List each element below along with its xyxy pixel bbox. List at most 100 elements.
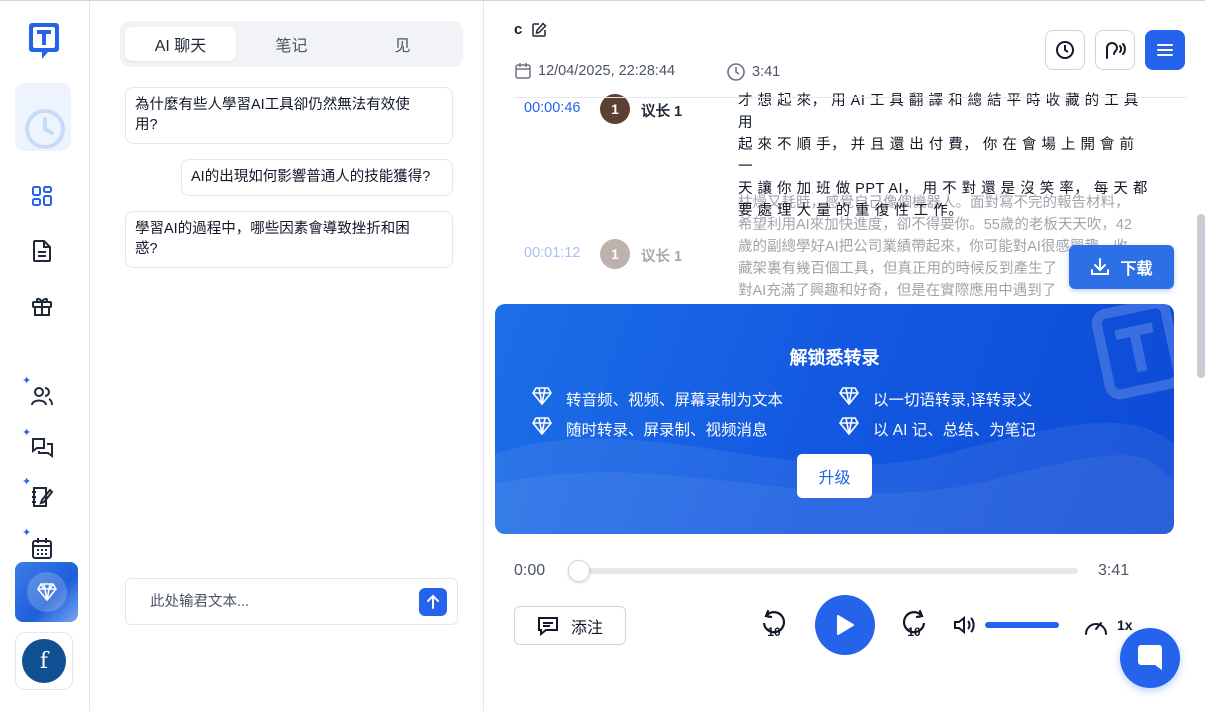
sparkle-icon: ✦ (22, 375, 32, 387)
segment-line: 枯燥又耗時，感覺自己像個機器人。面對寫不完的報告材料， (738, 195, 1130, 211)
clock-icon (1056, 41, 1074, 59)
promo-title: 解锁悉转录 (789, 348, 880, 368)
play-icon (837, 615, 854, 635)
total-time: 3:41 (1098, 562, 1130, 579)
upgrade-promo-card: 解锁悉转录 转音频、视频、屏幕录制为文本 以一切语转录,译转录义 随时转录、屏录… (495, 304, 1174, 534)
download-button[interactable]: 下载 (1069, 245, 1174, 289)
feature-text: 转音频、视频、屏幕录制为文本 (566, 391, 784, 409)
speaker-badge: 1 (600, 94, 630, 124)
support-chat-button[interactable] (1120, 628, 1180, 688)
feature-text: 随时转录、屏录制、视频消息 (566, 421, 768, 439)
edit-icon[interactable] (531, 21, 547, 38)
panel-tabs: AI 聊天 笔记 见 (120, 21, 463, 67)
question-text: 惑? (135, 241, 158, 257)
recording-duration: 3:41 (726, 62, 780, 82)
tab-insights[interactable]: 见 (347, 27, 458, 61)
gift-icon[interactable] (28, 292, 56, 320)
arrow-up-icon (427, 594, 439, 609)
ai-chat-panel: AI 聊天 笔记 见 為什麼有些人學習AI工具卻仍然無法有效使 用? AI的出現… (90, 1, 484, 711)
dashboard-icon[interactable] (28, 182, 56, 210)
document-icon[interactable] (28, 237, 56, 265)
recording-title: c (514, 21, 523, 38)
promo-feature: 以 AI 记、总结、为笔记 (839, 417, 1036, 440)
transcript-area: c 12/04/2025, 22:28:44 3:41 00:00:46 1 议… (484, 1, 1205, 711)
send-button[interactable] (419, 588, 447, 616)
segment-timestamp[interactable]: 00:01:12 (524, 245, 580, 261)
promo-feature: 随时转录、屏录制、视频消息 (532, 417, 768, 440)
question-text: AI的出現如何影響普通人的技能獲得? (191, 169, 431, 185)
chat-icon[interactable]: ✦ (22, 428, 56, 462)
transcript-scrollbar[interactable] (1197, 214, 1205, 378)
suggested-question[interactable]: 為什麼有些人學習AI工具卻仍然無法有效使 用? (125, 87, 453, 144)
speaker-name[interactable]: 议长 1 (641, 100, 682, 121)
avatar: f (22, 639, 66, 683)
diamond-icon (36, 583, 57, 601)
calendar-icon (515, 63, 531, 79)
volume-icon[interactable] (952, 614, 976, 636)
question-text: 為什麼有些人學習AI工具卻仍然無法有效使 (135, 97, 410, 113)
notebook-icon[interactable]: ✦ (22, 477, 56, 511)
segment-line: 起 來 不 順 手， 并 且 還 出 付 費， 你 在 會 場 上 開 會 前 … (738, 137, 1135, 175)
user-avatar-tile[interactable]: f (15, 632, 73, 690)
download-icon (1091, 258, 1110, 275)
speed-gauge-icon[interactable] (1083, 614, 1109, 638)
menu-button[interactable] (1145, 30, 1185, 70)
svg-text:10: 10 (767, 625, 781, 639)
annotate-button[interactable]: 添注 (514, 606, 626, 645)
users-icon[interactable]: ✦ (22, 376, 56, 410)
forward-10-icon: 10 (902, 609, 926, 639)
suggested-question[interactable]: 學習AI的過程中，哪些因素會導致挫折和困 惑? (125, 211, 453, 268)
chat-bubble-icon (1138, 645, 1162, 670)
feature-text: 以一切语转录,译转录义 (873, 391, 1033, 409)
rewind-10-icon: 10 (762, 609, 786, 639)
download-label: 下载 (1120, 261, 1153, 278)
question-text: 學習AI的過程中，哪些因素會導致挫折和困 (135, 221, 410, 237)
speaker-name[interactable]: 议长 1 (641, 245, 682, 266)
tab-ai-chat[interactable]: AI 聊天 (125, 27, 236, 61)
volume-slider[interactable] (985, 622, 1059, 628)
menu-icon (1157, 44, 1173, 56)
calendar-icon[interactable]: ✦ (22, 528, 56, 562)
sparkle-icon: ✦ (22, 476, 32, 488)
diamond-icon (532, 417, 552, 440)
suggested-question[interactable]: AI的出現如何影響普通人的技能獲得? (181, 159, 453, 196)
chat-input[interactable] (136, 587, 406, 617)
sparkle-icon: ✦ (22, 427, 32, 439)
recent-tile[interactable] (15, 83, 71, 151)
left-rail: ✦ ✦ ✦ ✦ f (0, 1, 90, 711)
diamond-icon (839, 387, 859, 410)
date-text: 12/04/2025, 22:28:44 (538, 63, 676, 79)
clock-icon (25, 109, 65, 149)
question-text: 用? (135, 117, 158, 133)
tab-notes[interactable]: 笔记 (236, 27, 347, 61)
seek-handle[interactable] (568, 560, 590, 582)
diamond-icon (839, 417, 859, 440)
recording-title-row: c (514, 21, 547, 38)
annotate-label: 添注 (570, 619, 603, 637)
skip-back-button[interactable]: 10 (759, 609, 789, 639)
feature-text: 以 AI 记、总结、为笔记 (873, 421, 1036, 439)
upgrade-button[interactable]: 升级 (797, 454, 872, 498)
current-time: 0:00 (514, 562, 546, 579)
voice-icon (1106, 42, 1126, 59)
skip-forward-button[interactable]: 10 (899, 609, 929, 639)
promo-feature: 转音频、视频、屏幕录制为文本 (532, 387, 783, 410)
header-divider-overlay (514, 97, 1186, 98)
duration-text: 3:41 (752, 64, 781, 80)
promo-feature: 以一切语转录,译转录义 (839, 387, 1032, 410)
app-logo[interactable] (28, 21, 60, 59)
seek-bar[interactable] (574, 568, 1078, 574)
speaker-button[interactable] (1095, 30, 1135, 70)
speaker-badge: 1 (600, 239, 630, 269)
app-window: ✦ ✦ ✦ ✦ f AI 聊天 笔记 见 為什麼有些人學習AI工具卻仍然無法有效… (0, 0, 1205, 711)
clock-icon (727, 63, 745, 81)
play-button[interactable] (815, 595, 875, 655)
upgrade-tile[interactable] (15, 562, 78, 622)
segment-timestamp[interactable]: 00:00:46 (524, 100, 580, 116)
svg-text:10: 10 (907, 625, 921, 639)
segment-line: 希望利用AI來加快進度，卻不得要你。55歲的老板天天吹，42 (738, 217, 1132, 233)
sparkle-icon: ✦ (22, 527, 32, 539)
playback-speed[interactable]: 1x (1117, 617, 1133, 633)
history-button[interactable] (1045, 30, 1085, 70)
chat-input-box (125, 578, 458, 625)
